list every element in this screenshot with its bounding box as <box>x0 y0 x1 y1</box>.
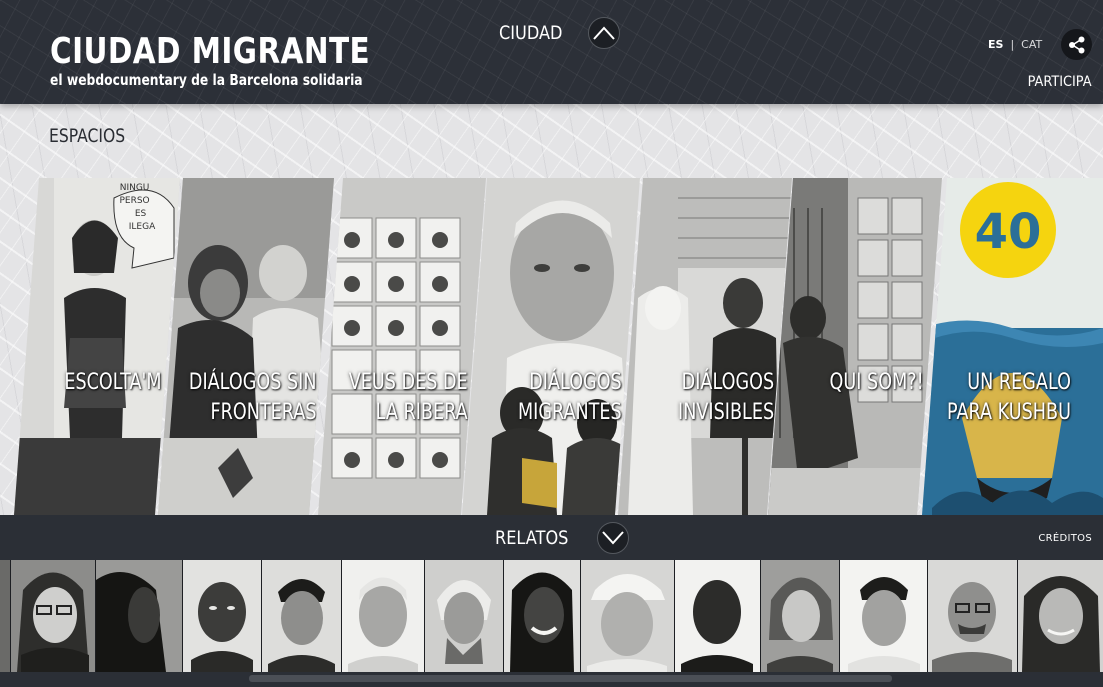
panel-title: UN REGALO PARA KUSHBU <box>947 370 1071 425</box>
portrait-item[interactable] <box>840 560 927 672</box>
portrait-item[interactable] <box>761 560 839 672</box>
panel-title: DIÁLOGOS MIGRANTES <box>518 370 622 425</box>
portrait-photo <box>1018 560 1103 672</box>
portrait-photo <box>581 560 674 672</box>
portrait-photo <box>96 560 182 672</box>
portrait-photo <box>342 560 424 672</box>
relatos-portrait-strip <box>0 560 1103 672</box>
panel-title: VEUS DES DE LA RIBERA <box>349 370 468 425</box>
panel-un-regalo-para-kushbu[interactable]: 40 UN REGALO PARA KUSHBU <box>922 178 1103 515</box>
portrait-photo <box>183 560 261 672</box>
portrait-item[interactable] <box>928 560 1017 672</box>
portrait-item[interactable] <box>11 560 95 672</box>
panel-escolta[interactable]: NINGU PERSO ES ILEGA ESCOLTA'M <box>14 178 180 515</box>
chevron-up-icon <box>592 26 615 40</box>
share-button[interactable] <box>1061 29 1092 60</box>
espacios-heading: ESPACIOS <box>49 125 126 147</box>
panel-title: ESCOLTA'M <box>64 370 162 395</box>
dialogos-migrantes-photo <box>462 178 640 515</box>
dialogos-invisibles-photo <box>618 178 792 515</box>
logo-title: CIUDAD MIGRANTE <box>50 31 371 72</box>
portrait-item[interactable] <box>425 560 503 672</box>
panel-dialogos-sin-fronteras[interactable]: DIÁLOGOS SIN FRONTERAS <box>158 178 334 515</box>
ciudad-section-nav: CIUDAD <box>499 17 620 49</box>
lang-es-link[interactable]: ES <box>988 38 1003 51</box>
escolta-photo: NINGU PERSO ES ILEGA <box>14 178 180 515</box>
portrait-photo <box>675 560 760 672</box>
portrait-item[interactable] <box>504 560 580 672</box>
lang-separator: | <box>1010 38 1015 51</box>
language-switcher: ES | CAT <box>988 38 1042 51</box>
portrait-item[interactable] <box>183 560 261 672</box>
portrait-item[interactable] <box>342 560 424 672</box>
portrait-scrollbar-thumb[interactable] <box>249 675 892 682</box>
logo-subtitle: el webdocumentary de la Barcelona solida… <box>50 71 363 89</box>
panel-veus-des-de-la-ribera[interactable]: VEUS DES DE LA RIBERA <box>318 178 486 515</box>
portrait-item[interactable] <box>1018 560 1103 672</box>
portrait-photo <box>928 560 1017 672</box>
panel-dialogos-migrantes[interactable]: DIÁLOGOS MIGRANTES <box>462 178 640 515</box>
portrait-photo <box>11 560 95 672</box>
veus-des-de-la-ribera-photo <box>318 178 486 515</box>
dialogos-sin-fronteras-photo <box>158 178 334 515</box>
relatos-expand-button[interactable] <box>597 522 630 554</box>
panel-qui-som[interactable]: QUI SOM?! <box>768 178 942 515</box>
chevron-down-icon <box>602 531 625 545</box>
site-logo[interactable]: CIUDAD MIGRANTE el webdocumentary de la … <box>50 31 440 90</box>
relatos-section-nav: RELATOS <box>495 522 630 554</box>
portrait-item[interactable] <box>262 560 341 672</box>
portrait-item[interactable] <box>96 560 182 672</box>
portrait-photo <box>262 560 341 672</box>
ciudad-label: CIUDAD <box>499 22 563 44</box>
panel-title: DIÁLOGOS SIN FRONTERAS <box>188 370 316 425</box>
relatos-label: RELATOS <box>495 527 569 549</box>
panel-title: QUI SOM?! <box>829 370 924 395</box>
participa-link[interactable]: PARTICIPA <box>1028 74 1092 90</box>
espacios-panels: NINGU PERSO ES ILEGA ESCOLTA'M DIÁLOGOS … <box>0 178 1103 515</box>
portrait-item[interactable] <box>675 560 760 672</box>
ciudad-collapse-button[interactable] <box>587 17 620 49</box>
portrait-photo <box>761 560 839 672</box>
portrait-photo <box>840 560 927 672</box>
panel-dialogos-invisibles[interactable]: DIÁLOGOS INVISIBLES <box>618 178 792 515</box>
kushbu-badge-number: 40 <box>975 204 1042 260</box>
creditos-link[interactable]: CRÉDITOS <box>1038 533 1092 544</box>
portrait-item[interactable] <box>0 560 10 672</box>
share-icon <box>1068 36 1084 53</box>
portrait-item[interactable] <box>581 560 674 672</box>
panel-title: DIÁLOGOS INVISIBLES <box>677 370 774 425</box>
portrait-photo <box>425 560 503 672</box>
qui-som-photo <box>768 178 942 515</box>
lang-cat-link[interactable]: CAT <box>1021 38 1042 51</box>
relatos-bar: RELATOS CRÉDITOS <box>0 515 1103 560</box>
site-header: CIUDAD MIGRANTE el webdocumentary de la … <box>0 0 1103 104</box>
un-regalo-para-kushbu-illustration: 40 <box>922 178 1103 515</box>
portrait-photo <box>504 560 580 672</box>
